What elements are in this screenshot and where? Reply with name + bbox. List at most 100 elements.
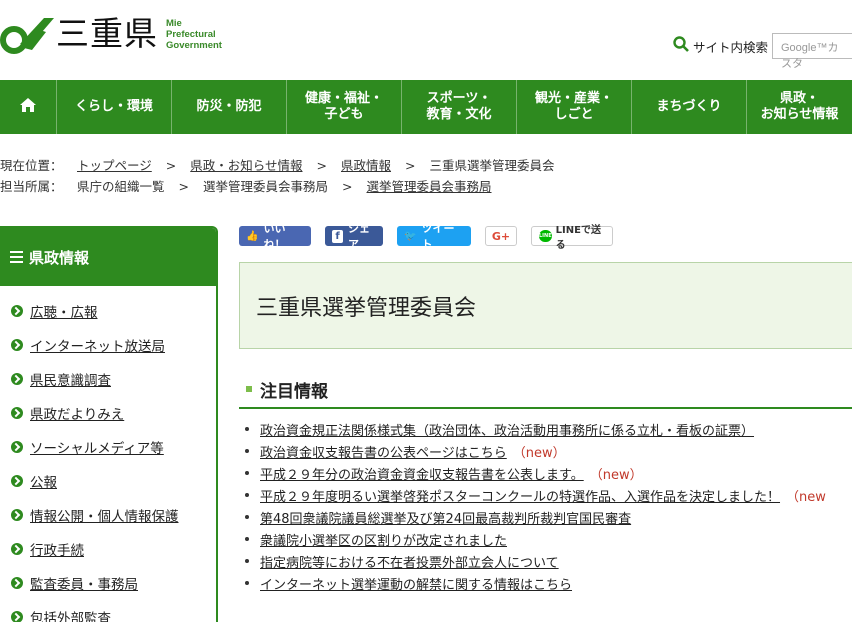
bullet-icon (245, 471, 249, 475)
tweet-button[interactable]: 🐦 ツイート (397, 222, 471, 251)
facebook-icon: f (332, 229, 344, 243)
logo-en-line: Mie (166, 17, 182, 29)
list-item: 第48回衆議院議員総選挙及び第24回最高裁判所裁判官国民審査 (245, 506, 852, 528)
news-link[interactable]: 指定病院等における不在者投票外部立会人について (260, 552, 559, 571)
sidebar-item[interactable]: インターネット放送局 (0, 328, 216, 362)
chevron-right-icon (11, 475, 23, 487)
chevron-right-icon (11, 441, 23, 453)
line-label: LINEで送る (555, 225, 601, 251)
sidebar-item[interactable]: 県政だよりみえ (0, 396, 216, 430)
page-title-box: 三重県選挙管理委員会 (239, 262, 852, 349)
breadcrumb-link[interactable]: 選挙管理委員会事務局 (367, 176, 492, 197)
home-icon (19, 97, 37, 118)
logo-en-line: Government (166, 39, 222, 51)
menu-icon (10, 251, 23, 263)
sidebar-item[interactable]: 情報公開・個人情報保護 (0, 498, 216, 532)
search-label: サイト内検索 (692, 39, 768, 55)
breadcrumb-label: 担当所属： (0, 179, 63, 194)
thumbs-up-icon: 👍 (246, 230, 259, 242)
sidebar-item[interactable]: 行政手続 (0, 532, 216, 566)
global-nav: くらし・環境 防災・防犯 健康・福祉・ 子ども スポーツ・ 教育・文化 観光・産… (0, 80, 852, 134)
site-search: サイト内検索 Google™カスタ (673, 33, 852, 70)
sidebar-item-label: 包括外部監査 (30, 611, 111, 622)
news-link[interactable]: 平成２９年度明るい選挙啓発ポスターコンクールの特選作品、入選作品を決定しました！ (260, 486, 780, 505)
sidebar-item-label: 県民意識調査 (30, 373, 111, 389)
breadcrumb-link[interactable]: トップページ (77, 155, 152, 176)
breadcrumb-separator: > (178, 179, 189, 194)
nav-kankou[interactable]: 観光・産業・ しごと (517, 80, 632, 134)
sidebar-item-label: 県政だよりみえ (30, 407, 125, 423)
nav-home[interactable] (0, 80, 57, 134)
bullet-icon (245, 515, 249, 519)
nav-kurashi[interactable]: くらし・環境 (57, 80, 172, 134)
news-link[interactable]: 政治資金収支報告書の公表ページはこちら (260, 442, 507, 461)
logo-en-line: Prefectural (166, 28, 216, 40)
sidebar-item-label: ソーシャルメディア等 (30, 441, 164, 457)
nav-kenkou[interactable]: 健康・福祉・ 子ども (287, 80, 402, 134)
news-link[interactable]: 平成２９年分の政治資金資金収支報告書を公表します。 (260, 464, 584, 483)
sidebar-item-label: 公報 (30, 475, 57, 491)
sidebar-list: 広聴・広報 インターネット放送局 県民意識調査 県政だよりみえ ソーシャルメディ… (0, 286, 216, 622)
list-item: 政治資金収支報告書の公表ページはこちら （new） (245, 440, 852, 462)
news-link[interactable]: 第48回衆議院議員総選挙及び第24回最高裁判所裁判官国民審査 (260, 508, 631, 527)
chevron-right-icon (11, 407, 23, 419)
breadcrumb: 現在位置： トップページ > 県政・お知らせ情報 > 県政情報 > 三重県選挙管… (0, 155, 555, 197)
search-icon[interactable] (673, 36, 689, 56)
news-link[interactable]: 政治資金規正法関係様式集（政治団体、政治活動用事務所に係る立札・看板の証票） (260, 420, 754, 439)
list-item: 衆議院小選挙区の区割りが改定されました (245, 528, 852, 550)
breadcrumb-current: 現在位置： トップページ > 県政・お知らせ情報 > 県政情報 > 三重県選挙管… (0, 155, 555, 176)
new-badge: （new） (589, 467, 643, 483)
site-logo[interactable]: 三重県 Mie Prefectural Government (0, 12, 222, 56)
nav-sports[interactable]: スポーツ・ 教育・文化 (402, 80, 517, 134)
sidebar-item-label: 行政手続 (30, 543, 84, 559)
breadcrumb-link[interactable]: 県政情報 (341, 155, 391, 176)
page-title: 三重県選挙管理委員会 (256, 295, 477, 321)
breadcrumb-label: 現在位置： (0, 158, 63, 173)
gplus-button[interactable]: G+ (485, 226, 517, 246)
nav-bousai[interactable]: 防災・防犯 (172, 80, 287, 134)
bullet-icon (245, 581, 249, 585)
site-header: 三重県 Mie Prefectural Government サイト内検索 Go… (0, 0, 852, 80)
bullet-icon (245, 537, 249, 541)
section-title: 注目情報 (260, 381, 328, 402)
list-item: 平成２９年分の政治資金資金収支報告書を公表します。 （new） (245, 462, 852, 484)
sidebar-item[interactable]: ソーシャルメディア等 (0, 430, 216, 464)
square-bullet-icon (246, 386, 252, 392)
sidebar-item-label: 広聴・広報 (30, 305, 98, 321)
bullet-icon (245, 427, 249, 431)
like-button[interactable]: 👍 いいね！ (239, 222, 311, 251)
social-buttons: 👍 いいね！ f シェア 🐦 ツイート G+ LINE LINEで送る (239, 222, 627, 251)
breadcrumb-separator: > (316, 158, 327, 173)
news-link[interactable]: インターネット選挙運動の解禁に関する情報はこちら (260, 574, 572, 593)
breadcrumb-text: 選挙管理委員会事務局 (203, 179, 329, 194)
new-badge: （new (786, 489, 826, 505)
sidebar-item[interactable]: 広聴・広報 (0, 294, 216, 328)
breadcrumb-current-page: 三重県選挙管理委員会 (429, 158, 555, 173)
mie-logo-mark-icon (0, 14, 54, 54)
nav-machizukuri[interactable]: まちづくり (632, 80, 747, 134)
tweet-label: ツイート (421, 222, 455, 251)
sidebar-item[interactable]: 県民意識調査 (0, 362, 216, 396)
chevron-right-icon (11, 611, 23, 622)
sidebar-item[interactable]: 包括外部監査 (0, 600, 216, 622)
line-icon: LINE (539, 230, 552, 242)
search-input[interactable]: Google™カスタ (772, 33, 852, 70)
nav-kensei[interactable]: 県政・ お知らせ情報 (747, 80, 852, 134)
section-header: 注目情報 (239, 371, 852, 409)
breadcrumb-separator: > (405, 158, 416, 173)
share-label: シェア (348, 222, 371, 251)
sidebar-header: 県政情報 (0, 228, 216, 286)
breadcrumb-dept: 担当所属： 県庁の組織一覧 > 選挙管理委員会事務局 > 選挙管理委員会事務局 (0, 176, 555, 197)
news-list: 政治資金規正法関係様式集（政治団体、政治活動用事務所に係る立札・看板の証票） 政… (245, 418, 852, 594)
sidebar-item[interactable]: 監査委員・事務局 (0, 566, 216, 600)
news-link[interactable]: 衆議院小選挙区の区割りが改定されました (260, 530, 507, 549)
line-button[interactable]: LINE LINEで送る (531, 225, 613, 251)
breadcrumb-link[interactable]: 県政・お知らせ情報 (190, 155, 302, 176)
share-button[interactable]: f シェア (325, 222, 383, 251)
sidebar-item-label: 情報公開・個人情報保護 (30, 509, 179, 525)
sidebar-item-label: インターネット放送局 (30, 339, 165, 355)
list-item: インターネット選挙運動の解禁に関する情報はこちら (245, 572, 852, 594)
bullet-icon (245, 493, 249, 497)
sidebar-item[interactable]: 公報 (0, 464, 216, 498)
breadcrumb-separator: > (342, 179, 353, 194)
